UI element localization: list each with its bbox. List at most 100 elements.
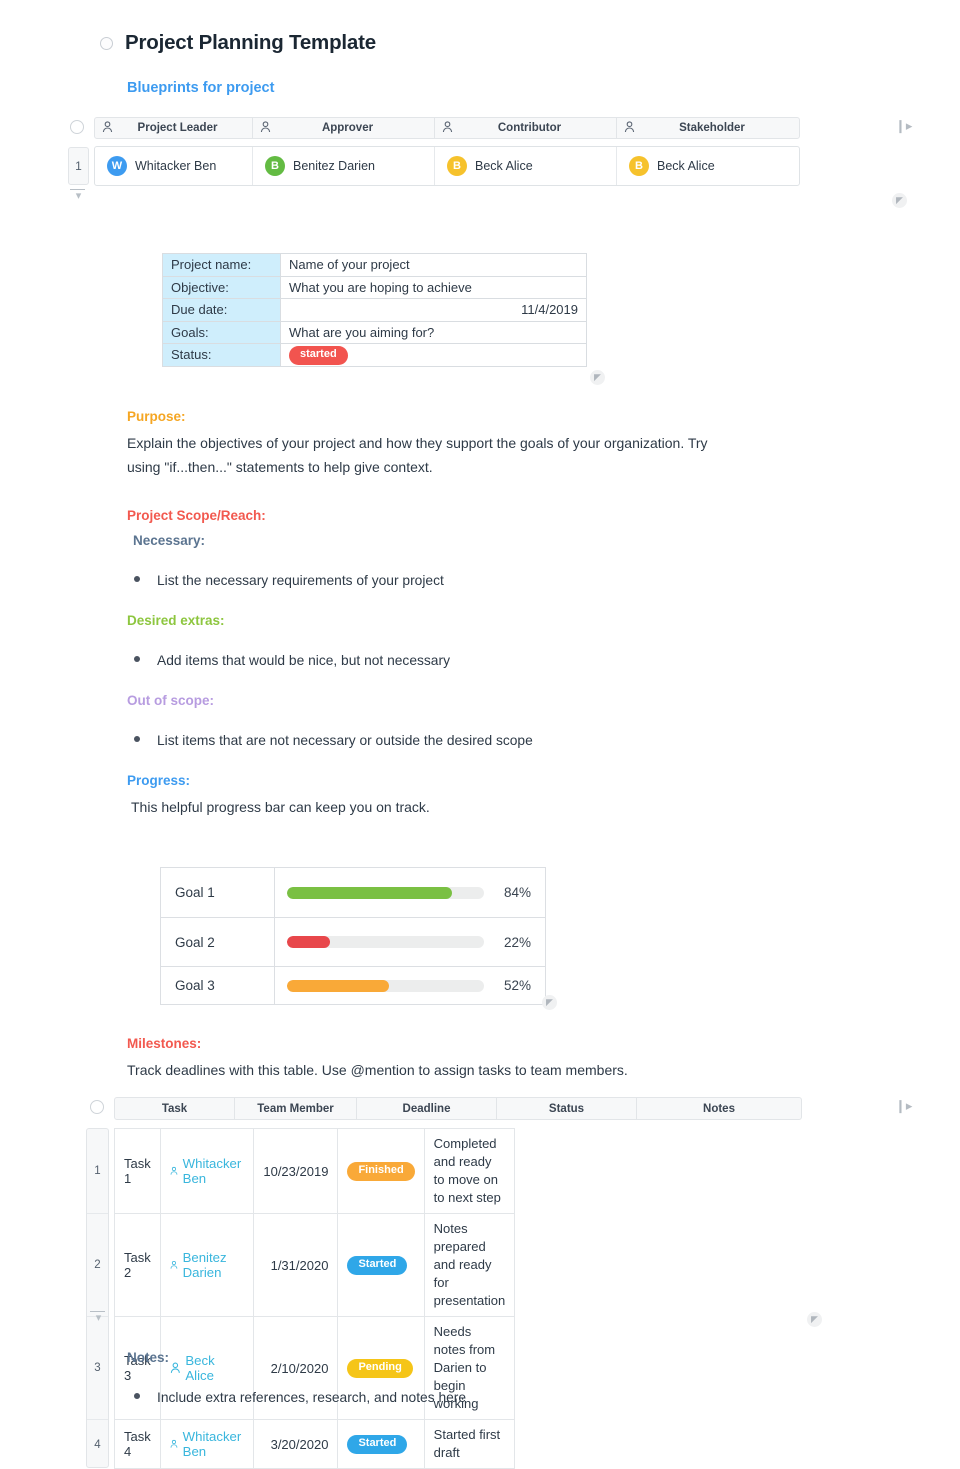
info-value[interactable]: What are you aiming for? [280,320,587,344]
person-name: Beck Alice [657,159,715,173]
info-value[interactable]: What you are hoping to achieve [280,275,587,299]
progress-bar-cell[interactable]: 22% [274,917,546,967]
list-item-label: List items that are not necessary or out… [157,733,533,748]
column-header-task[interactable]: Task [115,1098,235,1119]
info-value-status[interactable]: started [280,343,587,367]
list-item: Add items that would be nice, but not ne… [134,653,450,668]
cell-status[interactable]: Started [337,1213,425,1317]
heading-milestones: Milestones: [127,1036,202,1051]
info-row-status: Status: started [162,343,587,367]
add-column-arrow-icon[interactable]: ❙▸ [895,119,912,132]
cell-team-member[interactable]: Benitez Darien [159,1213,255,1317]
cell-task[interactable]: Task 4 [114,1419,161,1469]
select-all-circle-icon[interactable] [70,120,84,134]
status-badge[interactable]: Started [347,1256,408,1275]
cell-task[interactable]: Task 2 [114,1213,161,1317]
info-label: Objective: [162,275,281,299]
page-title: Project Planning Template [125,31,376,54]
heading-out-of-scope: Out of scope: [127,693,214,708]
column-header-team-member[interactable]: Team Member [235,1098,357,1119]
row-number[interactable]: 2 [87,1214,108,1317]
progress-table-resize-handle[interactable]: ◤ [542,995,557,1010]
bullet-dot-icon [134,576,140,582]
cell-notes[interactable]: Completed and ready to move on to next s… [423,1128,516,1214]
status-badge[interactable]: Pending [347,1359,413,1378]
column-header-label: Contributor [497,122,562,134]
info-row: Goals: What are you aiming for? [162,320,587,344]
person-cell[interactable]: B Beck Alice [435,147,617,185]
project-info-table: Project name: Name of your project Objecti… [162,253,587,367]
column-header-label: Approver [321,122,374,134]
mention-link[interactable]: Whitacker Ben [170,1156,245,1186]
column-header-project-leader[interactable]: Project Leader [95,118,253,138]
cell-deadline[interactable]: 1/31/2020 [253,1213,339,1317]
progress-row: Goal 3 52% [160,966,546,1005]
column-header-approver[interactable]: Approver [253,118,435,138]
info-value[interactable]: Name of your project [280,253,587,277]
mention-link[interactable]: Whitacker Ben [170,1429,245,1459]
info-label: Due date: [162,298,281,322]
cell-status[interactable]: Finished [337,1128,425,1214]
row-number[interactable]: 4 [87,1420,108,1467]
progress-bar-cell[interactable]: 52% [274,966,546,1005]
bullet-dot-icon [134,656,140,662]
avatar: B [629,156,649,176]
progress-label: Goal 3 [160,966,275,1005]
mention-label: Whitacker Ben [182,1156,242,1186]
add-column-arrow-icon[interactable]: ❙▸ [895,1099,912,1112]
status-badge[interactable]: started [289,345,348,365]
people-table-row: W Whitacker Ben B Benitez Darien B Beck Alice… [94,146,800,186]
person-cell[interactable]: B Beck Alice [617,147,799,185]
title-bullet-icon[interactable] [100,36,113,50]
progress-row: Goal 1 84% [160,867,546,918]
bullet-dot-icon [134,736,140,742]
info-value[interactable]: 11/4/2019 [280,298,587,322]
status-badge[interactable]: Started [347,1435,408,1454]
cell-deadline[interactable]: 3/20/2020 [253,1419,339,1469]
cell-team-member[interactable]: Whitacker Ben [159,1128,255,1214]
table-row: Task 2 Benitez Darien 1/31/2020 Started Note… [114,1213,516,1317]
cell-team-member[interactable]: Whitacker Ben [159,1419,255,1469]
row-number[interactable]: 3 [87,1317,108,1420]
column-header-label: Stakeholder [679,122,745,134]
document-page: Project Planning Template Blueprints for… [0,0,960,1469]
purpose-body-line1: Explain the objectives of your project a… [127,435,708,451]
progress-row: Goal 2 22% [160,917,546,967]
collapse-rows-icon[interactable]: ▾ [90,1311,107,1324]
info-table-resize-handle[interactable]: ◤ [590,370,605,385]
column-header-status[interactable]: Status [497,1098,637,1119]
info-label: Goals: [162,320,281,344]
mention-link[interactable]: Benitez Darien [170,1250,245,1280]
status-badge[interactable]: Finished [347,1162,415,1181]
column-header-contributor[interactable]: Contributor [435,118,617,138]
column-header-stakeholder[interactable]: Stakeholder [617,118,799,138]
progress-fill [287,936,331,948]
milestones-table-resize-handle[interactable]: ◤ [807,1312,822,1327]
table-row: Task 1 Whitacker Ben 10/23/2019 Finished Com… [114,1128,516,1214]
mention-link[interactable]: Beck Alice [170,1353,245,1383]
progress-bar-cell[interactable]: 84% [274,867,546,918]
cell-notes[interactable]: Started first draft [423,1419,516,1469]
person-cell[interactable]: W Whitacker Ben [95,147,253,185]
mention-label: Whitacker Ben [182,1429,242,1459]
select-all-circle-icon[interactable] [90,1100,104,1114]
progress-label: Goal 2 [160,917,275,967]
avatar: B [447,156,467,176]
column-header-label: Project Leader [137,122,218,134]
cell-status[interactable]: Started [337,1419,425,1469]
table-resize-handle[interactable]: ◤ [892,193,907,208]
column-header-notes[interactable]: Notes [637,1098,801,1119]
cell-notes[interactable]: Notes prepared and ready for presentatio… [423,1213,516,1317]
list-item: List the necessary requirements of your … [134,573,444,588]
collapse-rows-icon[interactable]: ▾ [70,189,87,202]
person-icon [624,121,635,136]
person-cell[interactable]: B Benitez Darien [253,147,435,185]
row-number[interactable]: 1 [87,1129,108,1214]
progress-track [287,936,484,948]
milestones-row-numbers[interactable]: 1234 [86,1128,109,1468]
info-label-status: Status: [162,343,281,367]
column-header-deadline[interactable]: Deadline [357,1098,497,1119]
cell-task[interactable]: Task 1 [114,1128,161,1214]
cell-deadline[interactable]: 10/23/2019 [253,1128,339,1214]
row-number[interactable]: 1 [68,147,89,185]
